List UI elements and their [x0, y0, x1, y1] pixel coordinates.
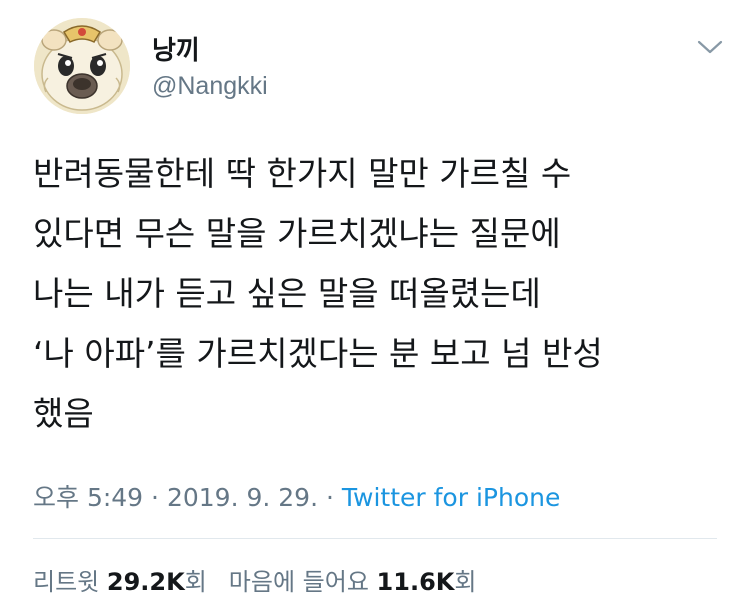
tweet-time[interactable]: 오후 5:49 [33, 483, 143, 512]
tweet-text-line: 했음 [33, 394, 94, 433]
like-suffix: 회 [454, 568, 477, 596]
tweet-text-line: 반려동물한테 딱 한가지 말만 가르칠 수 [33, 154, 572, 193]
like-stat[interactable]: 마음에 들어요 11.6K회 [229, 568, 477, 596]
like-label: 마음에 들어요 [228, 568, 369, 596]
tweet-stats: 리트윗 29.2K회 마음에 들어요 11.6K회 [33, 562, 476, 597]
user-handle[interactable]: @Nangkki [152, 72, 268, 101]
meta-separator: · [151, 483, 159, 512]
tweet-meta: 오후 5:49 · 2019. 9. 29. · Twitter for iPh… [33, 478, 560, 514]
avatar[interactable] [34, 18, 130, 114]
hamster-avatar-icon [34, 18, 130, 114]
retweet-label: 리트윗 [33, 568, 100, 596]
tweet-source-link[interactable]: Twitter for iPhone [342, 483, 560, 512]
tweet-date[interactable]: 2019. 9. 29. [167, 483, 318, 512]
tweet-text-line: ‘나 아파’를 가르치겠다는 분 보고 넘 반성 [33, 334, 603, 373]
tweet-text-line: 있다면 무슨 말을 가르치겠냐는 질문에 [33, 214, 561, 253]
tweet-menu-button[interactable] [695, 33, 725, 61]
divider [33, 538, 717, 539]
meta-separator: · [325, 483, 334, 512]
tweet-text-line: 나는 내가 듣고 싶은 말을 떠올렸는데 [33, 274, 541, 313]
like-count: 11.6K [376, 568, 455, 596]
retweet-stat[interactable]: 리트윗 29.2K회 [33, 568, 207, 596]
chevron-down-icon [697, 40, 723, 54]
display-name[interactable]: 낭끼 [152, 30, 200, 67]
tweet-card: 낭끼 @Nangkki 반려동물한테 딱 한가지 말만 가르칠 수 있다면 무슨… [0, 0, 750, 607]
tweet-text: 반려동물한테 딱 한가지 말만 가르칠 수 있다면 무슨 말을 가르치겠냐는 질… [33, 144, 723, 444]
retweet-count: 29.2K [106, 568, 185, 596]
retweet-suffix: 회 [184, 568, 207, 596]
